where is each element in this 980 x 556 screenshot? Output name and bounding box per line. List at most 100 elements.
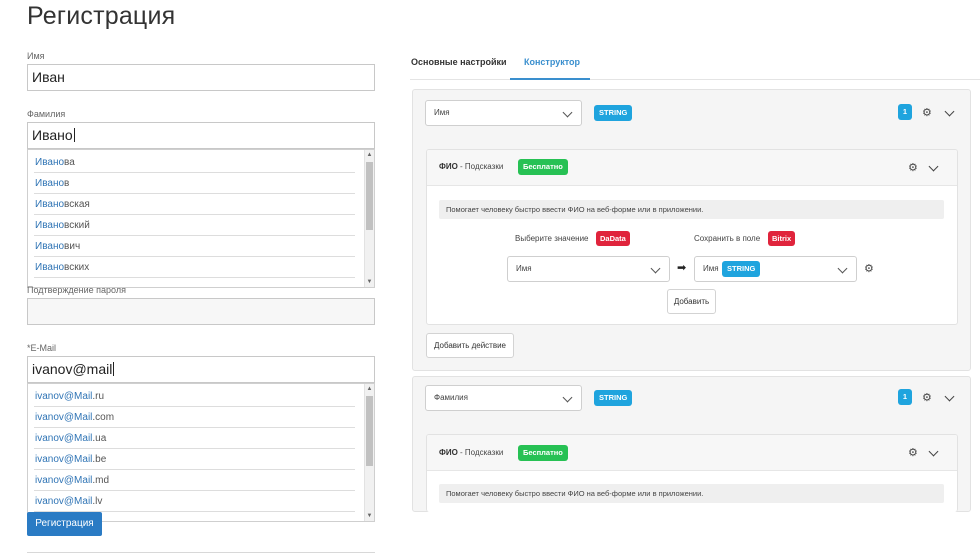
chevron-down-icon [562, 107, 573, 118]
suggestion-item[interactable]: Иванов [34, 173, 355, 194]
field-select-value: Имя [434, 108, 450, 117]
email-input-value: ivanov@mail [32, 361, 113, 377]
name-label: Имя [27, 51, 45, 61]
suggestion-item[interactable]: ivanov@Mail.lv [34, 491, 355, 512]
suggestion-match: Ивано [35, 157, 65, 168]
suggestion-rest: в [64, 178, 70, 189]
card-title-text: ФИО [439, 448, 458, 457]
suggestion-item[interactable]: ivanov@Mail.be [34, 449, 355, 470]
surname-suggestion-list: Иванова Иванов Ивановская Ивановский Иванови… [28, 152, 358, 278]
register-button[interactable]: Регистрация [27, 512, 102, 536]
scrollbar[interactable]: ▲ ▼ [364, 150, 374, 287]
scroll-up-icon[interactable]: ▲ [365, 151, 374, 159]
field-select-name[interactable]: Имя [425, 100, 582, 126]
save-to-field-label: Сохранить в поле [694, 234, 761, 243]
suggestion-item[interactable]: Иванова [34, 152, 355, 173]
scroll-down-icon[interactable]: ▼ [365, 278, 374, 286]
suggestion-rest: вская [64, 199, 90, 210]
add-button[interactable]: Добавить [667, 289, 716, 314]
target-type-badge: STRING [722, 261, 761, 277]
password-confirm-label: Подтверждение пароля [27, 285, 126, 295]
text-caret [73, 128, 75, 142]
chevron-down-icon [650, 263, 661, 274]
text-caret [113, 362, 115, 376]
choose-value-label: Выберите значение [515, 234, 589, 243]
email-suggestion-list: ivanov@Mail.ru ivanov@Mail.com ivanov@Mail… [28, 386, 358, 512]
card-title-text: ФИО [439, 162, 458, 171]
arrow-right-icon: ➡ [677, 262, 687, 274]
source-select[interactable]: Имя [507, 256, 670, 282]
card-subtitle: - Подсказки [457, 448, 504, 457]
suggestion-match: Ивано [35, 262, 65, 273]
scrollbar[interactable]: ▲ ▼ [364, 384, 374, 521]
suggestion-match: ivanov@Mail [35, 391, 93, 402]
field-select-surname[interactable]: Фамилия [425, 385, 582, 411]
gear-icon[interactable]: ⚙ [922, 107, 932, 119]
page-title: Регистрация [27, 2, 176, 30]
suggestion-match: ivanov@Mail [35, 412, 93, 423]
suggestion-match: ivanov@Mail [35, 433, 93, 444]
suggestion-rest: вич [64, 241, 81, 252]
email-label: *E-Mail [27, 343, 57, 353]
gear-icon[interactable]: ⚙ [864, 263, 874, 275]
surname-input[interactable]: Ивано [27, 122, 375, 149]
suggestion-match: Ивано [35, 178, 65, 189]
suggestion-item[interactable]: ivanov@Mail.ua [34, 428, 355, 449]
free-badge: Бесплатно [518, 445, 568, 461]
suggestion-rest: .ua [92, 433, 107, 444]
surname-suggestions: Иванова Иванов Ивановская Ивановский Иванови… [27, 149, 375, 288]
target-select-value: Имя [703, 264, 719, 273]
suggestion-item[interactable]: ivanov@Mail.md [34, 470, 355, 491]
card-title: ФИО - Подсказки [439, 162, 503, 171]
card-hint: Помогает человеку быстро ввести ФИО на в… [439, 484, 944, 503]
scroll-up-icon[interactable]: ▲ [365, 385, 374, 393]
scrollbar-thumb[interactable] [366, 396, 373, 466]
suggestion-rest: ва [64, 157, 75, 168]
suggestion-item[interactable]: Ивановских [34, 257, 355, 278]
active-tab-indicator [510, 78, 590, 80]
tab-constructor[interactable]: Конструктор [524, 57, 580, 67]
name-input[interactable]: Иван [27, 64, 375, 91]
count-badge: 1 [898, 104, 912, 120]
free-badge: Бесплатно [518, 159, 568, 175]
tab-main-settings[interactable]: Основные настройки [411, 57, 507, 67]
add-action-button[interactable]: Добавить действие [426, 333, 514, 358]
email-input[interactable]: ivanov@mail [27, 356, 375, 383]
gear-icon[interactable]: ⚙ [908, 162, 918, 174]
type-badge: STRING [594, 105, 633, 121]
bitrix-badge: Bitrix [768, 231, 796, 246]
suggestion-rest: .lv [92, 496, 103, 507]
suggestion-match: ivanov@Mail [35, 496, 93, 507]
card-header [427, 150, 957, 186]
surname-input-value: Ивано [32, 127, 73, 143]
scroll-down-icon[interactable]: ▼ [365, 512, 374, 520]
dadata-badge: DaData [596, 231, 630, 246]
count-badge: 1 [898, 389, 912, 405]
suggestion-rest: .be [92, 454, 107, 465]
field-select-value: Фамилия [434, 393, 468, 402]
card-header [427, 435, 957, 471]
suggestion-rest: .md [92, 475, 110, 486]
target-select[interactable]: Имя [694, 256, 857, 282]
name-input-value: Иван [32, 69, 65, 85]
chevron-down-icon [562, 392, 573, 403]
surname-label: Фамилия [27, 109, 66, 119]
suggestion-match: ivanov@Mail [35, 454, 93, 465]
scrollbar-thumb[interactable] [366, 162, 373, 230]
tabs-divider [410, 79, 980, 80]
gear-icon[interactable]: ⚙ [922, 392, 932, 404]
suggestion-item[interactable]: ivanov@Mail.com [34, 407, 355, 428]
suggestion-rest: вских [64, 262, 90, 273]
suggestion-item[interactable]: Ивановская [34, 194, 355, 215]
suggestion-rest: .com [92, 412, 115, 423]
password-confirm-input[interactable] [27, 298, 375, 325]
suggestion-match: ivanov@Mail [35, 475, 93, 486]
suggestion-rest: .ru [92, 391, 105, 402]
suggestion-item[interactable]: Иванович [34, 236, 355, 257]
chevron-down-icon [837, 263, 848, 274]
suggestion-item[interactable]: Ивановский [34, 215, 355, 236]
suggestion-match: Ивано [35, 241, 65, 252]
card-title: ФИО - Подсказки [439, 448, 503, 457]
suggestion-item[interactable]: ivanov@Mail.ru [34, 386, 355, 407]
gear-icon[interactable]: ⚙ [908, 447, 918, 459]
